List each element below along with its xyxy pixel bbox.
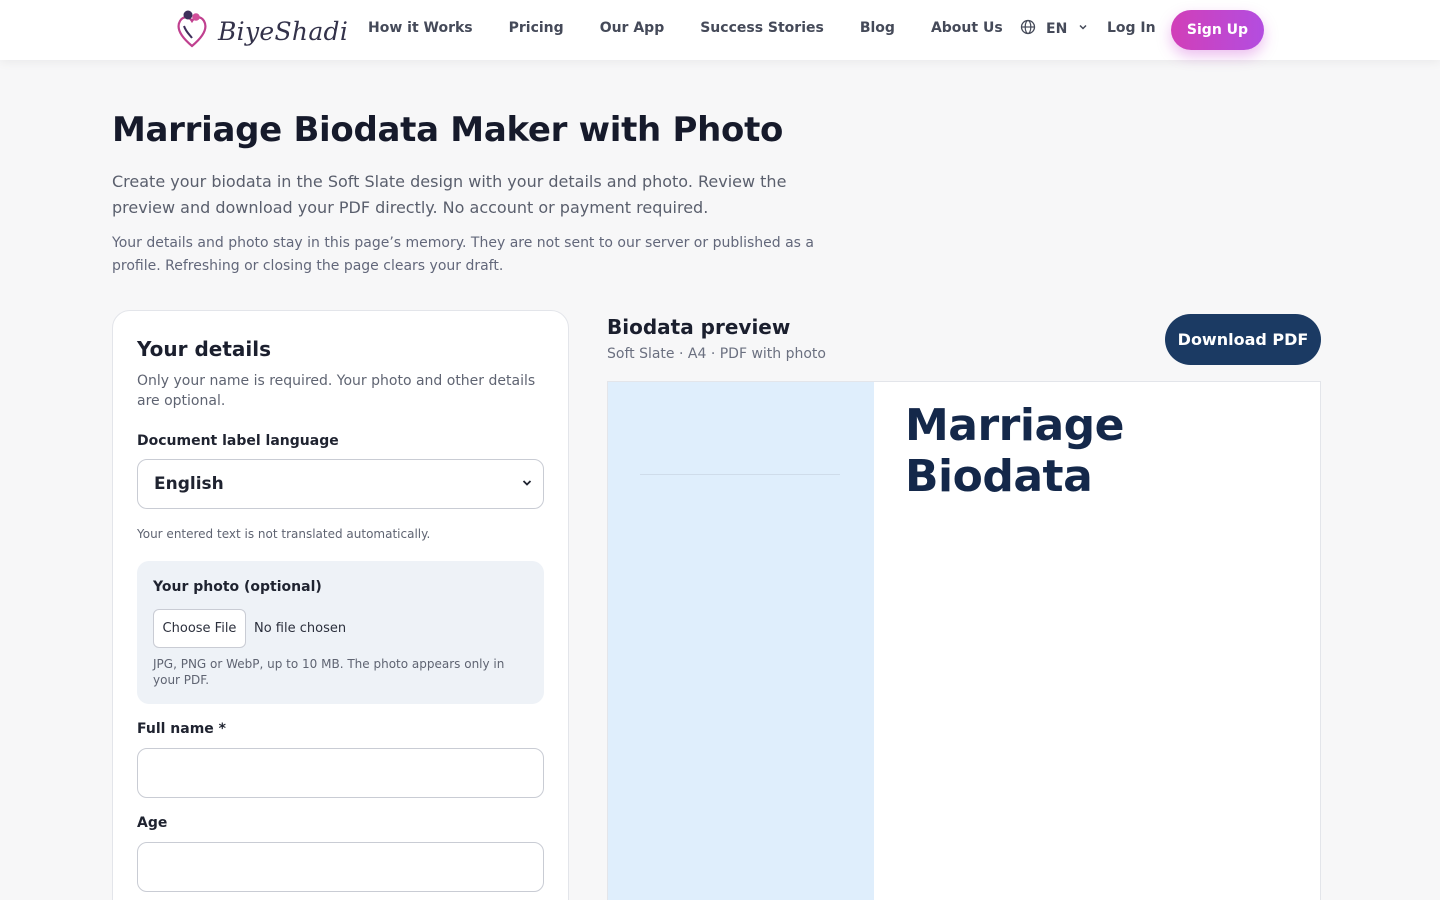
document-sidebar bbox=[608, 382, 874, 900]
main-nav: How it Works Pricing Our App Success Sto… bbox=[368, 20, 1003, 36]
full-name-label: Full name * bbox=[137, 721, 226, 737]
chevron-down-icon bbox=[1077, 21, 1089, 37]
nav-pricing[interactable]: Pricing bbox=[509, 20, 564, 36]
sidebar-divider bbox=[640, 474, 840, 475]
photo-title: Your photo (optional) bbox=[153, 579, 322, 595]
intro-text: Create your biodata in the Soft Slate de… bbox=[112, 172, 787, 217]
language-selected-value: English bbox=[154, 474, 224, 494]
nav-our-app[interactable]: Our App bbox=[600, 20, 665, 36]
select-chevron-icon bbox=[521, 474, 533, 494]
details-form-card: Your details Only your name is required.… bbox=[112, 310, 569, 900]
privacy-note: Your details and photo stay in this page… bbox=[112, 235, 815, 274]
language-code: EN bbox=[1046, 21, 1068, 37]
biodata-preview-document: Marriage Biodata bbox=[607, 381, 1321, 900]
document-title: Marriage Biodata bbox=[905, 400, 1125, 502]
age-label: Age bbox=[137, 815, 168, 831]
preview-subtitle: Soft Slate · A4 · PDF with photo bbox=[607, 346, 826, 362]
age-input[interactable] bbox=[137, 842, 544, 892]
form-description: Only your name is required. Your photo a… bbox=[137, 373, 536, 409]
brand-name: BiyeShadi bbox=[218, 16, 349, 46]
language-hint: Your entered text is not translated auto… bbox=[137, 527, 431, 541]
login-link[interactable]: Log In bbox=[1107, 20, 1156, 36]
preview-title: Biodata preview bbox=[607, 315, 791, 339]
nav-blog[interactable]: Blog bbox=[860, 20, 895, 36]
photo-upload-box: Your photo (optional) Choose File No fil… bbox=[137, 561, 544, 704]
top-navbar: BiyeShadi How it Works Pricing Our App S… bbox=[0, 0, 1440, 60]
globe-icon bbox=[1020, 19, 1036, 39]
couple-heart-logo-icon bbox=[174, 8, 210, 54]
nav-how-it-works[interactable]: How it Works bbox=[368, 20, 473, 36]
signup-button[interactable]: Sign Up bbox=[1171, 10, 1264, 50]
form-title: Your details bbox=[137, 337, 272, 361]
language-switcher[interactable]: EN bbox=[1020, 19, 1089, 39]
file-status: No file chosen bbox=[254, 621, 347, 636]
nav-success-stories[interactable]: Success Stories bbox=[700, 20, 824, 36]
page-title: Marriage Biodata Maker with Photo bbox=[112, 110, 784, 150]
language-label: Document label language bbox=[137, 433, 339, 449]
brand-logo[interactable]: BiyeShadi bbox=[174, 8, 348, 54]
choose-file-button[interactable]: Choose File bbox=[153, 609, 246, 648]
nav-about-us[interactable]: About Us bbox=[931, 20, 1003, 36]
download-pdf-button[interactable]: Download PDF bbox=[1165, 314, 1321, 365]
full-name-input[interactable] bbox=[137, 748, 544, 798]
language-select[interactable]: English bbox=[137, 459, 544, 509]
photo-hint: JPG, PNG or WebP, up to 10 MB. The photo… bbox=[153, 657, 505, 687]
